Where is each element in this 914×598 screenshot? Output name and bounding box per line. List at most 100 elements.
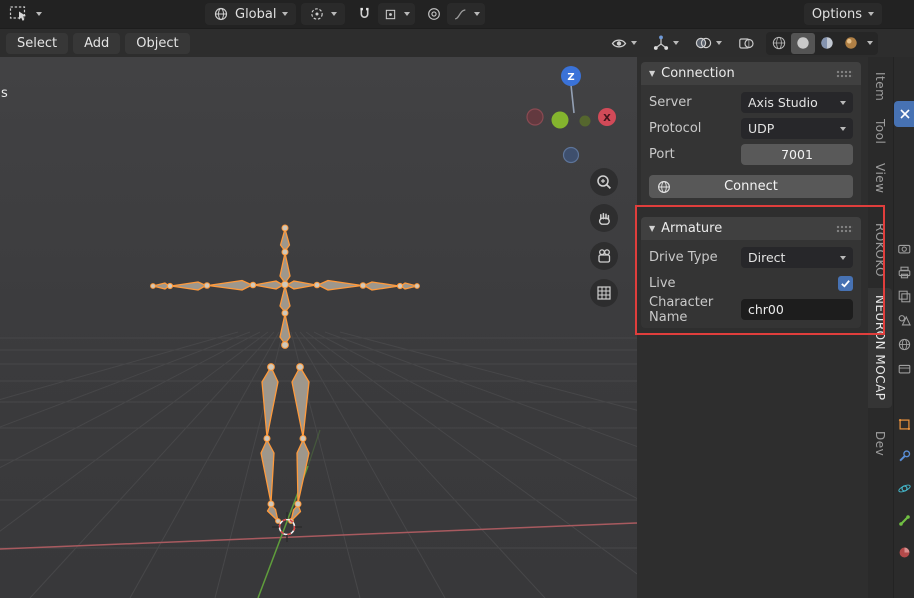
properties-tab-render[interactable] bbox=[896, 240, 913, 257]
snap-target-dropdown[interactable] bbox=[378, 3, 416, 25]
chevron-down-icon bbox=[840, 100, 846, 105]
axis-lines bbox=[0, 429, 637, 598]
drive-type-select[interactable]: Direct bbox=[741, 247, 853, 268]
live-checkbox[interactable] bbox=[838, 276, 853, 291]
blender-window: Global Options Select Add Object s Z X ▼… bbox=[0, 0, 914, 598]
properties-tab-output[interactable] bbox=[896, 264, 913, 281]
server-row: Server Axis Studio bbox=[649, 91, 853, 114]
armature-panel-header[interactable]: Armature bbox=[641, 217, 861, 240]
properties-tab-strip bbox=[893, 57, 914, 598]
gizmo-z-label: Z bbox=[567, 72, 574, 83]
properties-tab-modifiers[interactable] bbox=[896, 448, 913, 465]
sidebar-region: Connection Server Axis Studio Protocol bbox=[637, 57, 868, 598]
snap-target-icon bbox=[386, 9, 396, 19]
sidebar-tab-dev[interactable]: Dev bbox=[868, 424, 892, 463]
panel-grip-icon[interactable] bbox=[836, 224, 853, 233]
character-name-value: chr00 bbox=[748, 302, 784, 317]
properties-tab-collection[interactable] bbox=[896, 360, 913, 377]
properties-tab-material[interactable] bbox=[896, 544, 913, 561]
pivot-point-dropdown[interactable] bbox=[301, 3, 346, 25]
connection-panel-title: Connection bbox=[661, 66, 735, 81]
protocol-select[interactable]: UDP bbox=[741, 118, 853, 139]
editor-type-button[interactable] bbox=[6, 3, 45, 25]
overlays-dropdown[interactable] bbox=[691, 32, 725, 54]
camera-view-button[interactable] bbox=[590, 242, 618, 270]
shading-solid-button[interactable] bbox=[791, 32, 815, 54]
navigation-gizmo[interactable]: Z X bbox=[505, 66, 625, 168]
wireframe-sphere-icon bbox=[772, 36, 786, 50]
collapse-arrow-icon bbox=[649, 70, 655, 78]
chevron-down-icon bbox=[474, 12, 481, 16]
sidebar-tab-rokoko[interactable]: ROKOKO bbox=[868, 216, 892, 284]
overlays-icon bbox=[695, 37, 712, 49]
material-sphere-icon bbox=[899, 547, 910, 558]
gizmos-dropdown[interactable] bbox=[649, 32, 682, 54]
eye-icon bbox=[611, 39, 627, 48]
gizmo-icon bbox=[653, 35, 669, 50]
falloff-dropdown[interactable] bbox=[447, 3, 486, 25]
protocol-label: Protocol bbox=[649, 121, 702, 136]
transform-orientation-dropdown[interactable]: Global bbox=[205, 3, 297, 25]
visibility-dropdown[interactable] bbox=[607, 32, 640, 54]
chevron-down-icon bbox=[867, 41, 873, 45]
properties-tab-object-data[interactable] bbox=[896, 512, 913, 529]
tool-icon bbox=[899, 109, 910, 119]
shading-rendered-button[interactable] bbox=[839, 33, 863, 54]
armature-panel: Armature Drive Type Direct Live bbox=[641, 217, 861, 328]
options-dropdown[interactable]: Options bbox=[803, 3, 882, 25]
server-select[interactable]: Axis Studio bbox=[741, 92, 853, 113]
toggle-grid-button[interactable] bbox=[590, 279, 618, 307]
physics-orbit-icon bbox=[898, 484, 911, 493]
properties-tab-world[interactable] bbox=[896, 336, 913, 353]
sidebar-tab-strip: Item Tool View ROKOKO NEURON MOCAP Dev bbox=[868, 57, 893, 598]
menu-add[interactable]: Add bbox=[73, 32, 121, 54]
properties-tab-active-tool[interactable] bbox=[894, 101, 914, 127]
port-label: Port bbox=[649, 147, 675, 162]
sidebar-tab-item[interactable]: Item bbox=[868, 65, 892, 108]
hand-icon bbox=[598, 212, 610, 225]
panel-grip-icon[interactable] bbox=[836, 69, 853, 78]
proportional-editing-toggle[interactable] bbox=[423, 3, 445, 25]
connection-panel-header[interactable]: Connection bbox=[641, 62, 861, 85]
pan-button[interactable] bbox=[590, 204, 618, 232]
character-name-field[interactable]: chr00 bbox=[741, 299, 853, 320]
checkmark-icon bbox=[841, 280, 850, 288]
shading-wireframe-button[interactable] bbox=[767, 33, 791, 54]
chevron-down-icon bbox=[840, 126, 846, 131]
material-sphere-icon bbox=[821, 37, 833, 49]
magnet-icon bbox=[360, 7, 370, 18]
viewport-text-overlay: s bbox=[1, 86, 8, 101]
viewport-grid bbox=[0, 331, 637, 598]
proportional-editing-icon bbox=[428, 8, 441, 20]
xray-toggle[interactable] bbox=[734, 32, 758, 54]
drive-type-label: Drive Type bbox=[649, 250, 718, 265]
3d-viewport[interactable]: s Z X bbox=[0, 57, 637, 598]
drive-type-row: Drive Type Direct bbox=[649, 246, 853, 269]
sidebar-tab-view[interactable]: View bbox=[868, 156, 892, 200]
connection-panel: Connection Server Axis Studio Protocol bbox=[641, 62, 861, 207]
collapse-arrow-icon bbox=[649, 225, 655, 233]
gizmo-neg-x-ball bbox=[526, 108, 544, 126]
live-label: Live bbox=[649, 276, 676, 291]
properties-tab-object[interactable] bbox=[896, 416, 913, 433]
wrench-icon bbox=[899, 450, 911, 462]
armature-skeleton[interactable] bbox=[150, 224, 420, 524]
globe-icon bbox=[658, 180, 670, 193]
sidebar-tab-neuron-mocap[interactable]: NEURON MOCAP bbox=[868, 288, 892, 408]
shading-material-button[interactable] bbox=[815, 33, 839, 54]
properties-tab-view-layer[interactable] bbox=[896, 288, 913, 305]
object-icon bbox=[898, 418, 911, 431]
camera-icon bbox=[598, 249, 611, 263]
sidebar-tab-tool[interactable]: Tool bbox=[868, 112, 892, 151]
gizmo-y-ball bbox=[551, 111, 569, 129]
port-field[interactable]: 7001 bbox=[741, 144, 853, 165]
protocol-row: Protocol UDP bbox=[649, 117, 853, 140]
properties-tab-scene[interactable] bbox=[896, 312, 913, 329]
menu-object[interactable]: Object bbox=[125, 32, 190, 54]
chevron-down-icon bbox=[673, 41, 679, 45]
menu-select[interactable]: Select bbox=[6, 32, 69, 54]
properties-tab-physics[interactable] bbox=[896, 480, 913, 497]
connect-button[interactable]: Connect bbox=[649, 175, 853, 198]
zoom-button[interactable] bbox=[590, 168, 618, 196]
snap-toggle[interactable] bbox=[353, 3, 376, 25]
